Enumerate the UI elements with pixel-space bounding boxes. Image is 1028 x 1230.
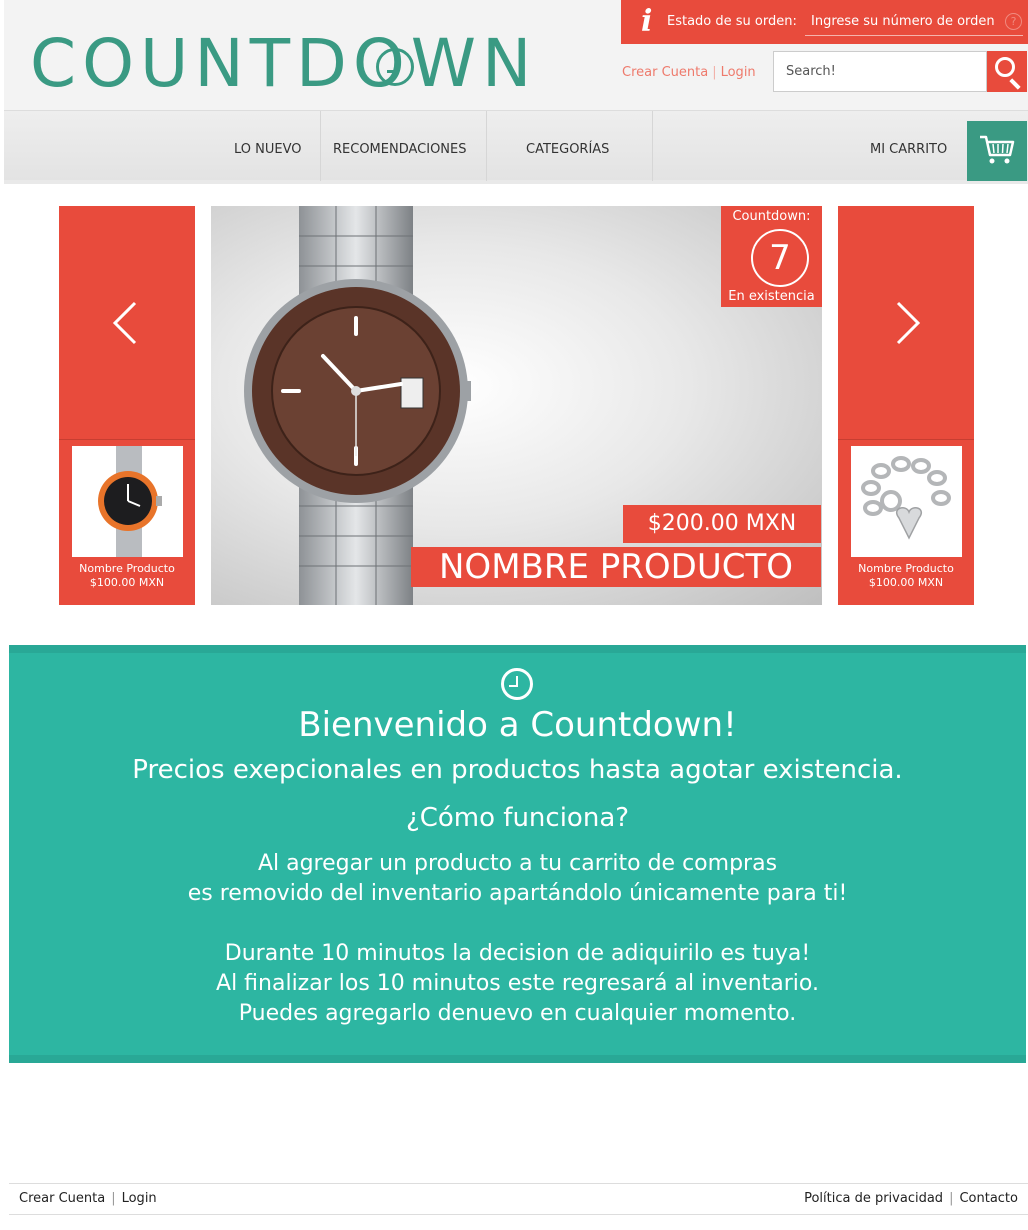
- silver-bracelet-image: [861, 456, 951, 540]
- prev-product-caption: Nombre Producto $100.00 MXN: [59, 562, 195, 590]
- nav-item-lo-nuevo[interactable]: LO NUEVO: [234, 142, 302, 157]
- welcome-line: es removido del inventario apartándolo ú…: [187, 881, 848, 906]
- nav-item-categorias[interactable]: CATEGORÍAS: [526, 142, 609, 157]
- welcome-title: Bienvenido a Countdown!: [298, 705, 737, 745]
- footer: Crear Cuenta | Login Política de privacida…: [9, 1183, 1028, 1215]
- create-account-link[interactable]: Crear Cuenta: [622, 65, 708, 80]
- welcome-line: Al agregar un producto a tu carrito de c…: [257, 851, 778, 876]
- stock-label: En existencia: [728, 289, 815, 304]
- featured-watch-image: [244, 206, 471, 605]
- countdown-value: 7: [751, 229, 809, 287]
- next-product-name: Nombre Producto: [858, 562, 954, 575]
- welcome-line: Durante 10 minutos la decision de adiqui…: [224, 941, 811, 966]
- order-number-input[interactable]: [805, 8, 1023, 36]
- nav-divider: [652, 111, 653, 181]
- panel-divider: [59, 439, 195, 440]
- how-it-works-heading: ¿Cómo funciona?: [405, 803, 630, 833]
- separator: |: [949, 1191, 954, 1206]
- separator: |: [712, 65, 717, 80]
- nav-divider: [320, 111, 321, 181]
- search-button[interactable]: [987, 51, 1027, 92]
- order-status-label: Estado de su orden:: [667, 14, 797, 29]
- help-icon[interactable]: ?: [1005, 13, 1022, 30]
- countdown-badge: Countdown: 7 En existencia: [721, 206, 822, 307]
- cart-button[interactable]: [967, 121, 1027, 181]
- contact-link[interactable]: Contacto: [959, 1191, 1018, 1206]
- login-link[interactable]: Login: [721, 65, 756, 80]
- featured-product-price: $200.00 MXN: [623, 505, 821, 543]
- welcome-line: Al finalizar los 10 minutos este regresa…: [216, 971, 819, 996]
- cart-label[interactable]: MI CARRITO: [870, 142, 947, 157]
- welcome-subtitle: Precios exepcionales en productos hasta …: [132, 755, 903, 785]
- search-icon: [995, 57, 1015, 77]
- featured-product-name[interactable]: NOMBRE PRODUCTO: [411, 547, 821, 587]
- privacy-policy-link[interactable]: Política de privacidad: [804, 1191, 943, 1206]
- main-nav: LO NUEVO RECOMENDACIONES CATEGORÍAS MI C…: [4, 110, 1028, 184]
- next-product-caption: Nombre Producto $100.00 MXN: [838, 562, 974, 590]
- search-input[interactable]: [773, 51, 987, 92]
- chevron-left-icon[interactable]: [107, 300, 147, 346]
- clock-icon: [501, 668, 533, 700]
- separator: |: [111, 1191, 116, 1206]
- footer-account-links: Crear Cuenta | Login: [19, 1191, 157, 1206]
- footer-create-account-link[interactable]: Crear Cuenta: [19, 1191, 105, 1206]
- nav-item-recomendaciones[interactable]: RECOMENDACIONES: [333, 142, 467, 157]
- welcome-section: Bienvenido a Countdown! Precios exepcion…: [9, 645, 1026, 1063]
- logo[interactable]: COUNTDOWN: [30, 28, 537, 100]
- welcome-line: Puedes agregarlo denuevo en cualquier mo…: [238, 1001, 797, 1026]
- logo-clock-icon: [376, 48, 414, 86]
- orange-watch-image: [98, 446, 162, 557]
- order-status-bar: i Estado de su orden: ?: [621, 0, 1028, 44]
- cart-icon: [980, 135, 1015, 164]
- footer-legal-links: Política de privacidad | Contacto: [804, 1191, 1018, 1206]
- prev-product-price: $100.00 MXN: [89, 576, 165, 589]
- panel-divider: [838, 439, 974, 440]
- info-icon: i: [641, 4, 653, 39]
- next-product-thumbnail[interactable]: [851, 446, 962, 557]
- prev-product-thumbnail[interactable]: [72, 446, 183, 557]
- countdown-label: Countdown:: [732, 209, 811, 224]
- prev-product-name: Nombre Producto: [79, 562, 175, 575]
- account-links: Crear Cuenta | Login: [622, 65, 756, 80]
- slider-next-panel[interactable]: Nombre Producto $100.00 MXN: [838, 206, 974, 605]
- nav-divider: [486, 111, 487, 181]
- slider-prev-panel[interactable]: Nombre Producto $100.00 MXN: [59, 206, 195, 605]
- next-product-price: $100.00 MXN: [868, 576, 944, 589]
- chevron-right-icon[interactable]: [886, 300, 926, 346]
- header: COUNTDOWN i Estado de su orden: ? Crear …: [4, 0, 1028, 110]
- footer-login-link[interactable]: Login: [122, 1191, 157, 1206]
- featured-product-slide[interactable]: Countdown: 7 En existencia $200.00 MXN N…: [211, 206, 822, 605]
